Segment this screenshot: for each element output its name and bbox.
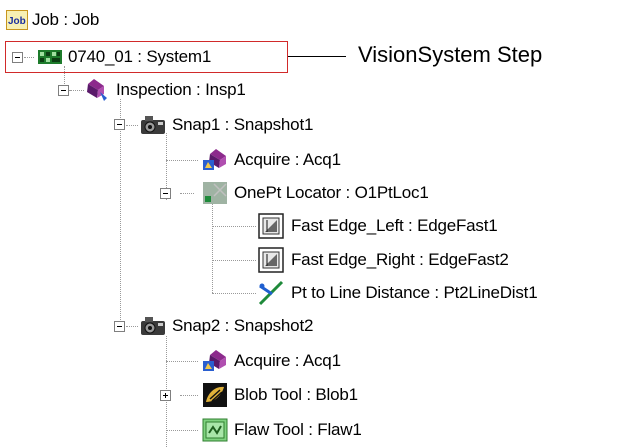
tree-node-label: Inspection : Insp1 [116,80,246,99]
acquire-icon [203,350,226,371]
expand-toggle[interactable] [160,390,171,401]
tree-node-label: Acquire : Acq1 [234,351,341,370]
flaw-tool-icon [202,418,228,442]
tree-node-job[interactable]: Job Job : Job [6,6,99,34]
tree-node-locator[interactable]: OnePt Locator : O1PtLoc1 [202,179,429,207]
tree-guide [126,125,138,126]
tree-node-edge-left[interactable]: Fast Edge_Left : EdgeFast1 [258,212,498,240]
selection-highlight-box [5,41,288,73]
tree-node-snap2-acquire[interactable]: Acquire : Acq1 [202,347,341,375]
tree-node-label: Job : Job [32,10,100,29]
camera-icon [141,317,165,335]
acquire-icon [203,149,226,170]
tree-node-label: Pt to Line Distance : Pt2LineDist1 [291,283,538,302]
collapse-toggle[interactable] [114,119,125,130]
collapse-toggle[interactable] [58,85,69,96]
tree-node-label: Blob Tool : Blob1 [234,385,358,404]
tree-node-inspection[interactable]: Inspection : Insp1 [84,76,246,104]
inspection-icon [87,79,107,101]
tree-guide [212,260,256,261]
tree-node-label: Snap1 : Snapshot1 [172,115,314,134]
tree-guide [166,160,198,161]
callout-leader-line [288,56,346,57]
callout-label: VisionSystem Step [358,42,543,67]
tree-guide [70,90,82,91]
tree-node-label: Fast Edge_Left : EdgeFast1 [291,216,498,235]
tree-node-edge-right[interactable]: Fast Edge_Right : EdgeFast2 [258,246,509,274]
job-tree-view: Job Job : Job 0740_01 : System1 VisionSy… [0,0,618,447]
tree-node-distance[interactable]: Pt to Line Distance : Pt2LineDist1 [258,279,538,307]
edge-tool-icon [258,213,284,239]
tree-node-label: Flaw Tool : Flaw1 [234,420,362,439]
tree-node-snap1[interactable]: Snap1 : Snapshot1 [140,111,313,139]
tree-guide [212,203,213,293]
svg-text:Job: Job [8,16,26,27]
tree-guide [126,326,138,327]
tree-node-snap2[interactable]: Snap2 : Snapshot2 [140,312,313,340]
tree-node-blob[interactable]: Blob Tool : Blob1 [202,381,358,409]
tree-node-label: Acquire : Acq1 [234,150,341,169]
blob-tool-icon [203,383,227,407]
job-icon: Job [6,10,28,30]
tree-guide [180,193,194,194]
tree-guide [120,99,121,324]
collapse-toggle[interactable] [160,188,171,199]
tree-guide [166,430,198,431]
edge-tool-icon [258,247,284,273]
tree-node-label: Snap2 : Snapshot2 [172,316,314,335]
tree-node-label: Fast Edge_Right : EdgeFast2 [291,250,509,269]
distance-tool-icon [258,280,284,306]
tree-guide [212,293,256,294]
tree-node-label: OnePt Locator : O1PtLoc1 [234,183,429,202]
tree-node-flaw[interactable]: Flaw Tool : Flaw1 [202,416,362,444]
camera-icon [141,116,165,134]
tree-node-snap1-acquire[interactable]: Acquire : Acq1 [202,146,341,174]
tree-guide [212,226,256,227]
locator-icon [203,182,227,204]
collapse-toggle[interactable] [114,321,125,332]
tree-guide [166,361,198,362]
tree-guide [180,395,198,396]
